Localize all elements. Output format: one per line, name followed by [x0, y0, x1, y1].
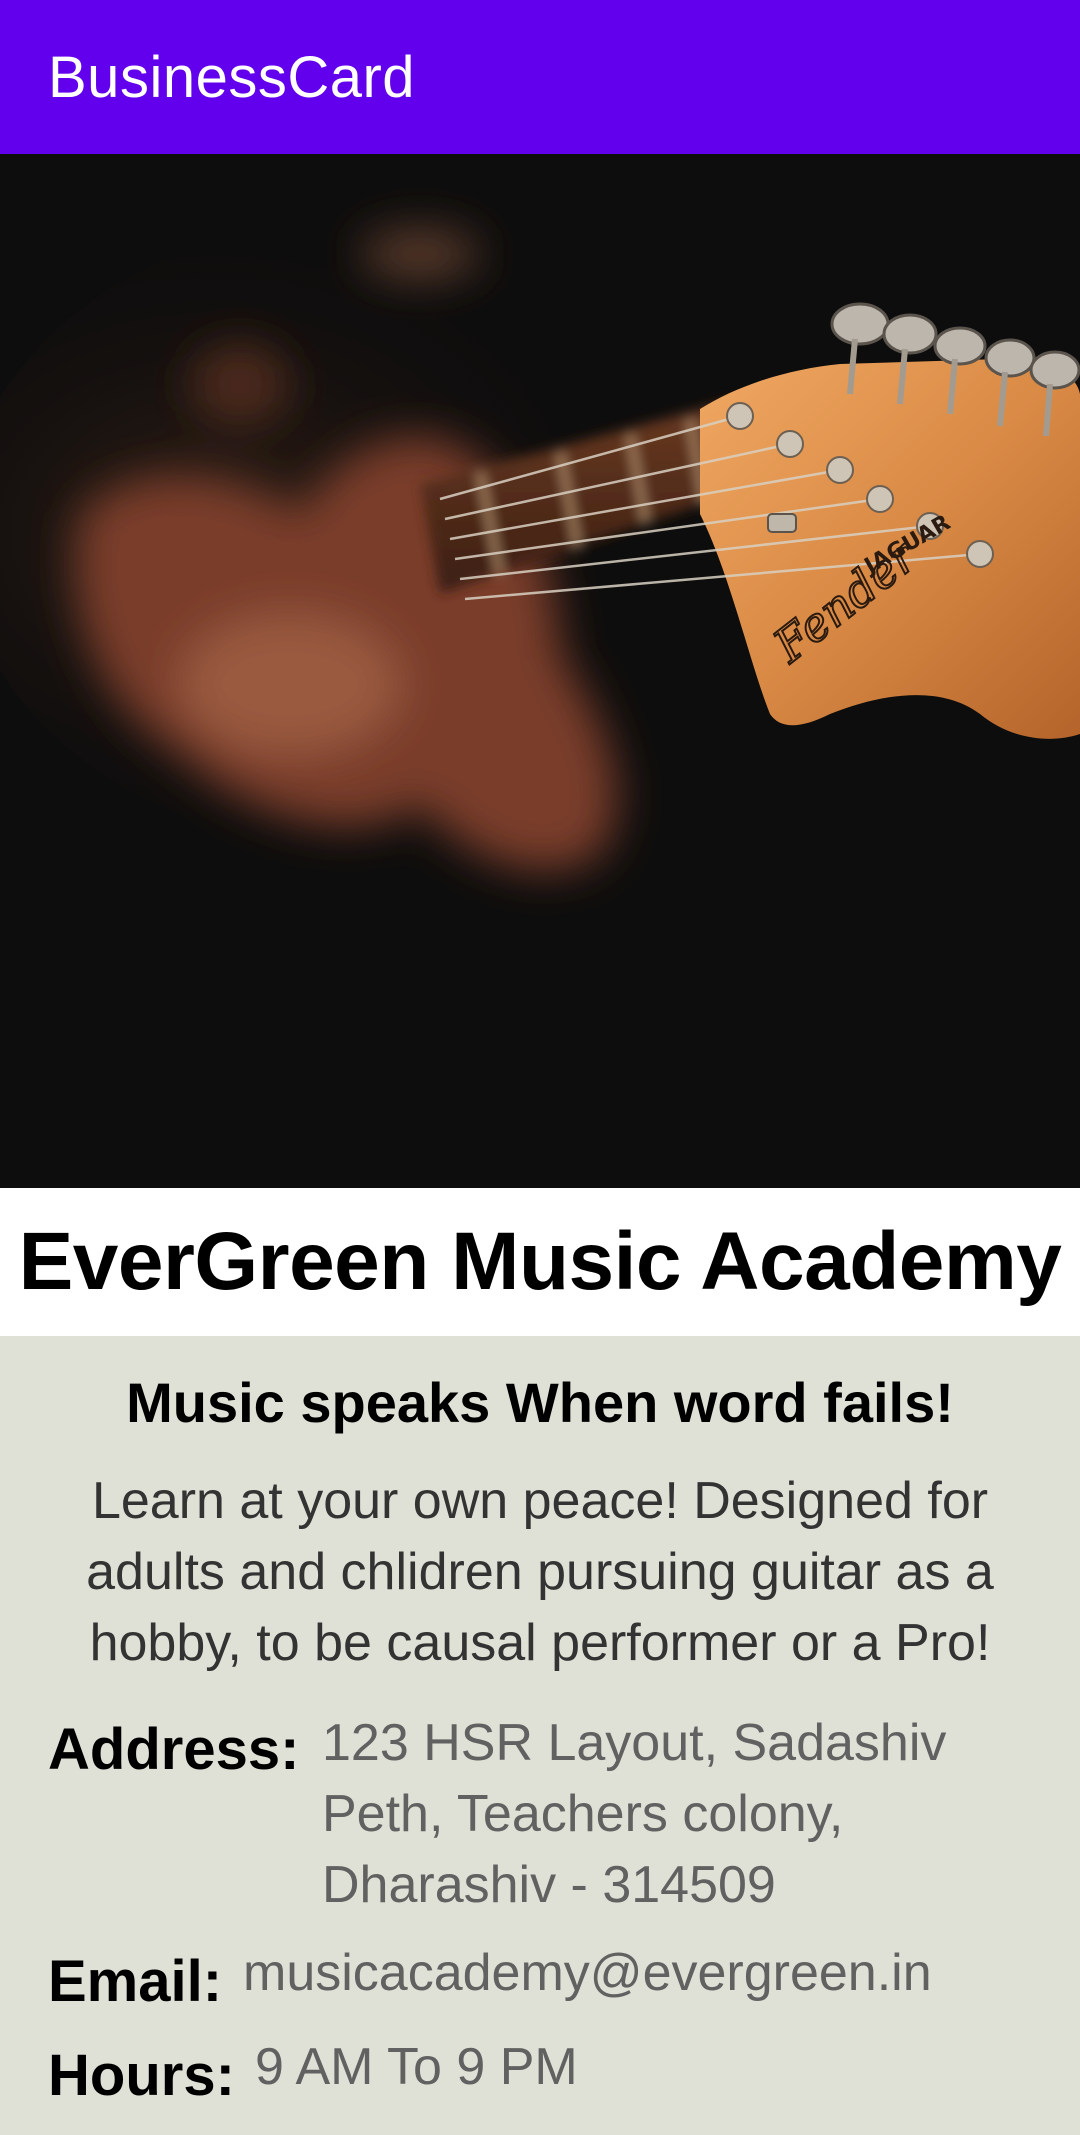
hero-image: Fender JAGUAR — [0, 154, 1080, 1188]
guitar-headstock-illustration: Fender JAGUAR — [0, 154, 1080, 1188]
tagline: Music speaks When word fails! — [126, 1371, 954, 1434]
hours-label: Hours: — [48, 2043, 235, 2108]
address-label: Address: — [48, 1717, 300, 1782]
description: Learn at your own peace! Designed for ad… — [86, 1472, 994, 1672]
app-bar: BusinessCard — [0, 0, 1080, 154]
email-label: Email: — [48, 1949, 223, 2014]
business-name: EverGreen Music Academy — [18, 1216, 1062, 1307]
business-name-band: EverGreen Music Academy — [0, 1188, 1080, 1336]
email-value[interactable]: musicacademy@evergreen.in — [243, 1938, 1043, 2009]
details-section: Music speaks When word fails! Learn at y… — [0, 1336, 1080, 2135]
app-title: BusinessCard — [48, 44, 416, 110]
hours-value: 9 AM To 9 PM — [255, 2038, 578, 2096]
address-value: 123 HSR Layout, Sadashiv Peth, Teachers … — [322, 1714, 947, 1914]
